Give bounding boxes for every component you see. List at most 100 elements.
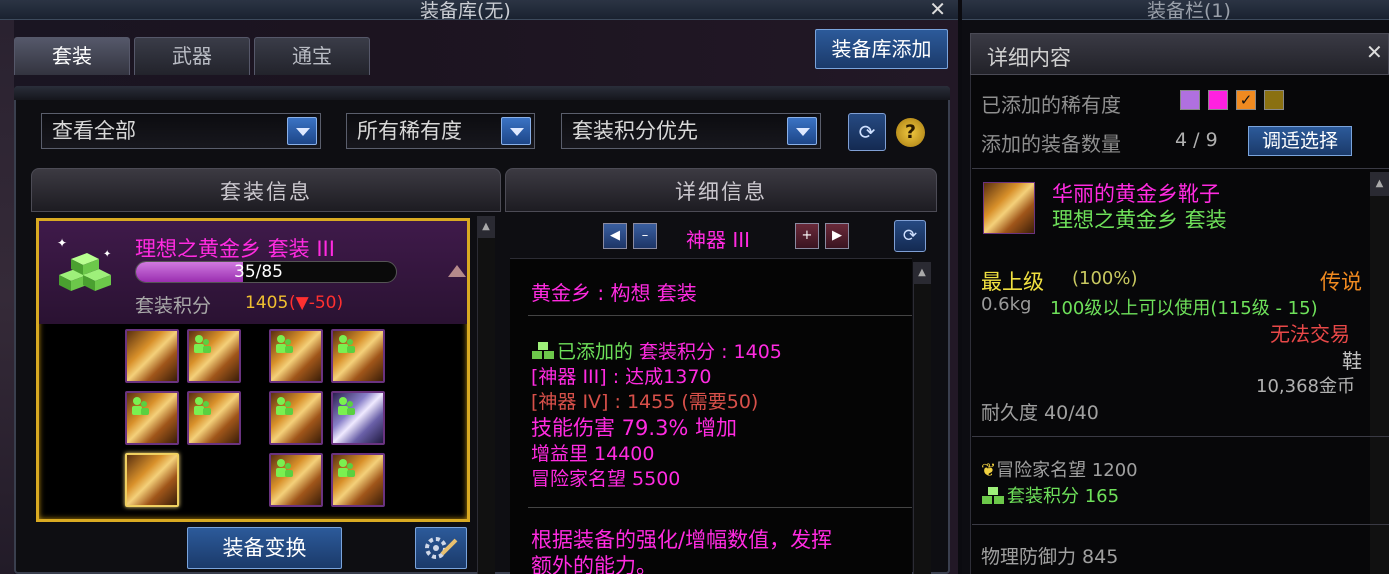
adjust-selection-button[interactable]: 调适选择	[1248, 126, 1352, 156]
set-slot[interactable]	[269, 329, 323, 383]
owned-user-icon	[194, 397, 211, 415]
gear-wrench-icon	[425, 537, 458, 559]
refresh-icon[interactable]: ⟳	[848, 113, 886, 151]
tier-next-icon[interactable]: ▶	[825, 223, 849, 249]
chevron-down-icon[interactable]	[501, 117, 531, 145]
tab-set[interactable]: 套装	[14, 37, 130, 75]
help-icon[interactable]: ?	[896, 118, 925, 147]
set-slot[interactable]	[125, 391, 179, 445]
equipment-switch-button[interactable]: 装备变换	[187, 527, 342, 569]
detail-divider	[528, 315, 912, 316]
set-slot[interactable]	[125, 329, 179, 383]
item-rarity: 传说	[1320, 270, 1362, 294]
set-slot[interactable]	[331, 391, 385, 445]
set-card[interactable]: ✦ ✦ 理想之黄金乡 套装 III 35/85 套装积分 1405 (▼-50)	[36, 218, 470, 522]
svg-text:✦: ✦	[103, 249, 111, 260]
set-slot[interactable]	[269, 453, 323, 507]
tier-prev-icon[interactable]: ◀	[603, 223, 627, 249]
set-progress-bar: 35/85	[135, 261, 397, 283]
view-filter-dropdown[interactable]: 查看全部	[41, 113, 321, 149]
owned-user-icon	[276, 397, 293, 415]
collapse-arrow-icon[interactable]	[448, 265, 466, 277]
scroll-up-icon[interactable]: ▲	[477, 216, 495, 238]
count-value: 4 / 9	[1175, 129, 1218, 151]
chevron-down-icon[interactable]	[287, 117, 317, 145]
owned-user-icon	[194, 335, 211, 353]
set-score-delta: (▼-50)	[289, 293, 344, 313]
sort-dropdown[interactable]: 套装积分优先	[561, 113, 821, 149]
divider	[972, 168, 1389, 169]
gold-bars-icon	[532, 342, 554, 359]
svg-text:✦: ✦	[57, 236, 67, 250]
detail-window-scrollbar[interactable]	[1370, 172, 1389, 574]
rarity-checkbox[interactable]	[1208, 90, 1228, 110]
library-title-bar[interactable]: 装备库(无) ✕	[0, 0, 958, 22]
close-icon[interactable]: ✕	[929, 0, 946, 21]
item-grade: 最上级	[981, 270, 1044, 294]
item-trade: 无法交易	[1270, 322, 1350, 346]
gold-bars-icon	[982, 487, 1004, 504]
item-grade-pct: (100%)	[1072, 268, 1138, 289]
set-slot[interactable]	[331, 329, 385, 383]
item-set-name: 理想之黄金乡 套装	[1052, 208, 1227, 232]
view-filter-value: 查看全部	[52, 119, 136, 143]
detail-set-title: 黄金乡 : 构想 套装	[531, 281, 697, 305]
equipment-bar-title-bar[interactable]: 装备栏(1)	[962, 0, 1389, 22]
rarity-filter-dropdown[interactable]: 所有稀有度	[346, 113, 535, 149]
divider	[972, 436, 1389, 437]
tier-label: 神器 III	[686, 228, 751, 252]
item-durability: 耐久度 40/40	[981, 402, 1099, 424]
tab-weapon[interactable]: 武器	[134, 37, 250, 75]
detail-scrollbar[interactable]	[913, 262, 931, 574]
item-level-req: 100级以上可以使用(115级 - 15)	[1050, 298, 1318, 319]
sort-value: 套装积分优先	[572, 119, 698, 143]
detail-fame: 冒险家名望 5500	[531, 468, 681, 490]
set-slot[interactable]	[187, 391, 241, 445]
detail-info-header: 详细信息	[505, 168, 937, 212]
item-set-score-line: 套装积分 165	[981, 482, 1119, 508]
set-list-scrollbar[interactable]	[477, 216, 495, 574]
settings-wrench-icon[interactable]	[415, 527, 467, 569]
owned-user-icon	[338, 335, 355, 353]
rarity-checkbox[interactable]: ✓	[1236, 90, 1256, 110]
gold-bars-icon: ✦ ✦	[57, 236, 111, 291]
detail-skill-damage: 技能伤害 79.3% 增加	[531, 416, 738, 440]
frame-top-border	[14, 86, 950, 100]
item-slot-type: 鞋	[1342, 349, 1362, 373]
count-label: 添加的装备数量	[981, 132, 1121, 156]
detail-tier3: [神器 III] : 达成1370	[531, 366, 712, 388]
set-slot[interactable]	[125, 453, 179, 507]
scroll-up-icon[interactable]: ▲	[913, 262, 931, 284]
boots-icon[interactable]	[983, 182, 1035, 234]
item-fame-line: ❦冒险家名望 1200	[981, 456, 1138, 482]
rarity-filter-value: 所有稀有度	[357, 119, 462, 143]
item-weight: 0.6kg	[981, 294, 1032, 315]
owned-user-icon	[338, 459, 355, 477]
scroll-up-icon[interactable]: ▲	[1370, 172, 1389, 196]
close-icon[interactable]: ✕	[1366, 40, 1383, 64]
owned-user-icon	[276, 459, 293, 477]
rarity-checkbox[interactable]	[1180, 90, 1200, 110]
chevron-down-icon[interactable]	[787, 117, 817, 145]
detail-window-title: 详细内容	[987, 46, 1071, 70]
add-to-library-button[interactable]: 装备库添加	[815, 29, 948, 69]
set-slot[interactable]	[269, 391, 323, 445]
detail-divider	[528, 507, 912, 508]
detail-added-prefix: 已添加的	[557, 341, 634, 363]
tier-minus-icon[interactable]: –	[633, 223, 657, 249]
item-set-score: 套装积分 165	[1007, 486, 1120, 507]
owned-user-icon	[276, 335, 293, 353]
detail-buff: 增益里 14400	[531, 443, 655, 465]
set-progress-text: 35/85	[234, 262, 283, 282]
set-slot[interactable]	[187, 329, 241, 383]
set-info-header: 套装信息	[31, 168, 501, 212]
refresh-icon[interactable]: ⟳	[894, 220, 926, 252]
tab-tongbao[interactable]: 通宝	[254, 37, 370, 75]
rarity-checkbox[interactable]	[1264, 90, 1284, 110]
tier-plus-icon[interactable]: +	[795, 223, 819, 249]
fame-icon: ❦	[981, 460, 997, 481]
set-slot[interactable]	[331, 453, 385, 507]
set-score-label: 套装积分	[135, 295, 212, 317]
owned-user-icon	[338, 397, 355, 415]
set-name: 理想之黄金乡 套装 III	[135, 237, 335, 261]
